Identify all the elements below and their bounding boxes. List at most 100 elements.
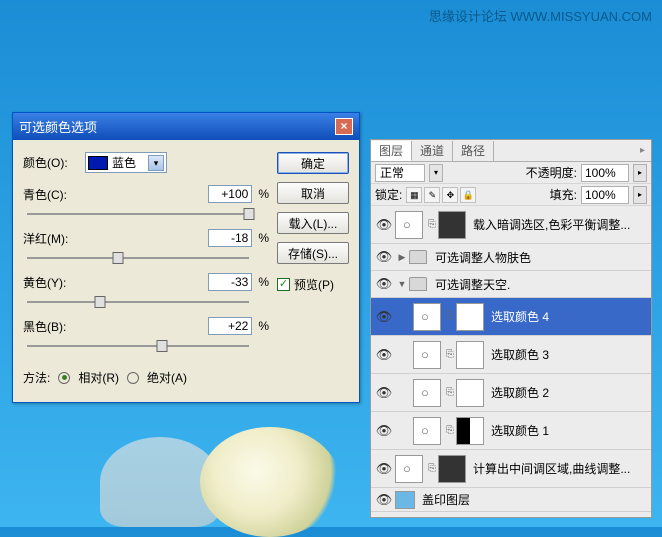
eye-icon[interactable]: 👁	[373, 309, 395, 325]
layer-row-selected[interactable]: 👁 ⎘ 选取颜色 4	[371, 298, 651, 336]
black-slider-row: 黑色(B): %	[23, 317, 269, 353]
black-slider[interactable]	[27, 339, 249, 353]
chevron-down-icon[interactable]: ▾	[429, 164, 443, 182]
folder-icon	[409, 277, 427, 291]
cyan-label: 青色(C):	[23, 186, 103, 203]
tab-paths[interactable]: 路径	[453, 141, 494, 161]
tab-channels[interactable]: 通道	[412, 141, 453, 161]
layer-row[interactable]: 👁 ⎘ 载入暗调选区,色彩平衡调整...	[371, 206, 651, 244]
chevron-right-icon[interactable]: ▸	[633, 186, 647, 204]
load-button[interactable]: 载入(L)...	[277, 212, 349, 234]
layer-list: 👁 ⎘ 载入暗调选区,色彩平衡调整... 👁 ▶ 可选调整人物肤色 👁 ▼ 可选…	[371, 206, 651, 512]
yellow-slider[interactable]	[27, 295, 249, 309]
cyan-input[interactable]	[208, 185, 252, 203]
tab-layers[interactable]: 图层	[371, 141, 412, 161]
eye-icon[interactable]: 👁	[373, 276, 395, 292]
layer-group[interactable]: 👁 ▶ 可选调整人物肤色	[371, 244, 651, 271]
link-icon: ⎘	[446, 425, 454, 436]
link-icon: ⎘	[428, 219, 436, 230]
adjustment-thumb-icon	[413, 417, 441, 445]
blend-mode-select[interactable]: 正常	[375, 164, 425, 182]
yellow-input[interactable]	[208, 273, 252, 291]
image-thumb-icon	[395, 491, 415, 509]
folder-icon	[409, 250, 427, 264]
layer-row[interactable]: 👁 ⎘ 计算出中间调区域,曲线调整...	[371, 450, 651, 488]
mask-thumb-icon	[456, 341, 484, 369]
pct: %	[258, 319, 269, 333]
adjustment-thumb-icon	[413, 303, 441, 331]
link-icon: ⎘	[446, 387, 454, 398]
yellow-label: 黄色(Y):	[23, 274, 103, 291]
preview-label: 预览(P)	[294, 276, 334, 293]
color-swatch-icon	[88, 156, 108, 170]
color-label: 颜色(O):	[23, 154, 79, 171]
fill-input[interactable]: 100%	[581, 186, 629, 204]
radio-relative-label: 相对(R)	[78, 369, 119, 386]
link-icon: ⎘	[446, 349, 454, 360]
method-label: 方法:	[23, 369, 50, 386]
black-input[interactable]	[208, 317, 252, 335]
chevron-right-icon[interactable]: ▶	[395, 252, 409, 263]
chevron-down-icon[interactable]: ▾	[148, 155, 164, 171]
radio-absolute[interactable]	[127, 372, 139, 384]
opacity-input[interactable]: 100%	[581, 164, 629, 182]
cancel-button[interactable]: 取消	[277, 182, 349, 204]
lock-paint-icon[interactable]: ✎	[424, 187, 440, 203]
dialog-title: 可选颜色选项	[19, 117, 97, 136]
magenta-slider[interactable]	[27, 251, 249, 265]
adjustment-thumb-icon	[395, 455, 423, 483]
layer-name: 选取颜色 3	[491, 346, 549, 363]
chevron-right-icon[interactable]: ▸	[633, 164, 647, 182]
layer-row[interactable]: 👁 盖印图层	[371, 488, 651, 512]
chevron-down-icon[interactable]: ▼	[395, 279, 409, 289]
eye-icon[interactable]: 👁	[373, 461, 395, 477]
layer-group[interactable]: 👁 ▼ 可选调整天空.	[371, 271, 651, 298]
eye-icon[interactable]: 👁	[373, 385, 395, 401]
eye-icon[interactable]: 👁	[373, 423, 395, 439]
layer-name: 盖印图层	[422, 491, 470, 508]
lock-transparency-icon[interactable]: ▦	[406, 187, 422, 203]
radio-relative[interactable]	[58, 372, 70, 384]
lock-label: 锁定:	[375, 186, 402, 203]
cyan-slider[interactable]	[27, 207, 249, 221]
mask-thumb-icon	[438, 211, 466, 239]
link-icon: ⎘	[446, 311, 454, 322]
lock-all-icon[interactable]: 🔒	[460, 187, 476, 203]
layer-row[interactable]: 👁 ⎘ 选取颜色 3	[371, 336, 651, 374]
cyan-slider-row: 青色(C): %	[23, 185, 269, 221]
ok-button[interactable]: 确定	[277, 152, 349, 174]
layer-name: 选取颜色 1	[491, 422, 549, 439]
layer-row[interactable]: 👁 ⎘ 选取颜色 2	[371, 374, 651, 412]
color-value: 蓝色	[112, 154, 136, 171]
pct: %	[258, 231, 269, 245]
eye-icon[interactable]: 👁	[373, 249, 395, 265]
save-button[interactable]: 存储(S)...	[277, 242, 349, 264]
preview-checkbox[interactable]: ✓	[277, 278, 290, 291]
background-photo	[40, 407, 340, 527]
layer-name: 计算出中间调区域,曲线调整...	[473, 460, 630, 477]
adjustment-thumb-icon	[395, 211, 423, 239]
layer-name: 可选调整天空.	[435, 276, 510, 293]
pct: %	[258, 275, 269, 289]
link-icon: ⎘	[428, 463, 436, 474]
layer-name: 载入暗调选区,色彩平衡调整...	[473, 216, 630, 233]
eye-icon[interactable]: 👁	[373, 492, 395, 508]
yellow-slider-row: 黄色(Y): %	[23, 273, 269, 309]
black-label: 黑色(B):	[23, 318, 103, 335]
fill-label: 填充:	[550, 186, 577, 203]
color-select[interactable]: 蓝色 ▾	[85, 152, 167, 173]
magenta-label: 洋红(M):	[23, 230, 103, 247]
lock-move-icon[interactable]: ✥	[442, 187, 458, 203]
panel-menu-icon[interactable]: ▸	[640, 145, 645, 156]
eye-icon[interactable]: 👁	[373, 347, 395, 363]
eye-icon[interactable]: 👁	[373, 217, 395, 233]
dialog-titlebar[interactable]: 可选颜色选项 ×	[13, 113, 359, 140]
layer-row[interactable]: 👁 ⎘ 选取颜色 1	[371, 412, 651, 450]
selective-color-dialog: 可选颜色选项 × 颜色(O): 蓝色 ▾ 青色(C): %	[12, 112, 360, 403]
mask-thumb-icon	[456, 379, 484, 407]
magenta-input[interactable]	[208, 229, 252, 247]
mask-thumb-icon	[456, 417, 484, 445]
close-icon[interactable]: ×	[335, 118, 353, 135]
layers-panel: 图层 通道 路径 ▸ 正常 ▾ 不透明度: 100% ▸ 锁定: ▦ ✎ ✥ 🔒…	[370, 139, 652, 518]
adjustment-thumb-icon	[413, 341, 441, 369]
